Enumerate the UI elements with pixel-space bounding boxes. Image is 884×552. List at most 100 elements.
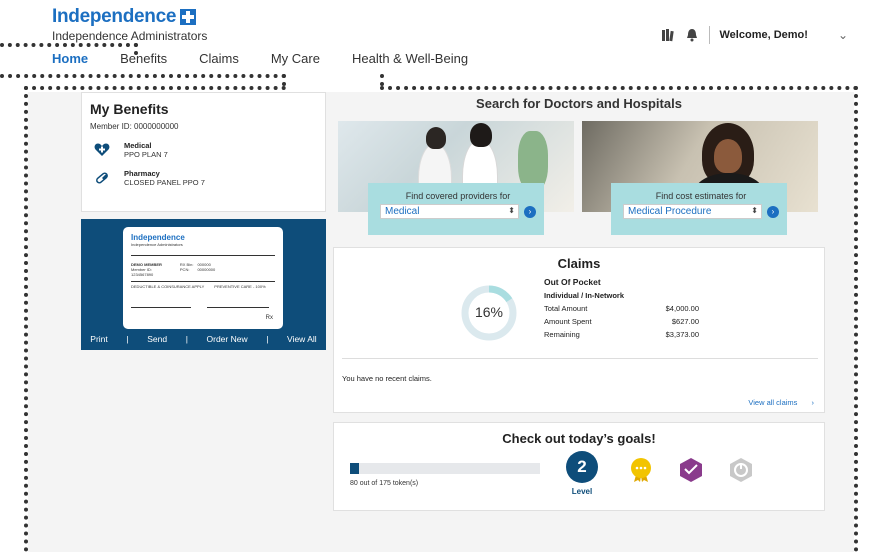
benefit-pharmacy[interactable]: Pharmacy CLOSED PANEL PPO 7	[94, 169, 325, 187]
print-button[interactable]: Print	[90, 334, 107, 344]
brand-subtitle: Independence Administrators	[52, 29, 208, 43]
brand-cross-icon	[180, 9, 197, 25]
id-card-member-id: 1234567890	[131, 272, 154, 277]
nav-home[interactable]: Home	[52, 51, 88, 66]
providers-select[interactable]: Medical	[380, 204, 519, 219]
cost-select[interactable]: Medical Procedure	[623, 204, 762, 219]
oop-row: Amount Spent $627.00	[544, 317, 699, 326]
oop-value: $627.00	[671, 317, 699, 326]
annotation-dots	[380, 86, 858, 90]
oop-label: Remaining	[544, 330, 580, 339]
level-label: Level	[571, 487, 593, 496]
chevron-down-icon[interactable]: ⌄	[838, 28, 848, 42]
divider	[131, 281, 275, 282]
person-figure	[470, 123, 492, 147]
id-card-pcn-label: PCN:	[179, 267, 190, 272]
benefit-title: Medical	[124, 141, 152, 150]
view-all-button[interactable]: View All	[287, 334, 317, 344]
id-card-deductible: DEDUCTIBLE & COINSURANCE APPLY	[131, 284, 205, 289]
separator: |	[266, 334, 269, 344]
level-badge[interactable]: 2	[566, 451, 598, 483]
pill-icon	[96, 172, 108, 184]
goals-title: Check out today’s goals!	[502, 431, 656, 446]
token-progress-bar	[350, 463, 540, 474]
id-card-brand: Independence	[131, 233, 185, 242]
goals-card: Check out today’s goals! 80 out of 175 t…	[333, 422, 825, 511]
divider	[131, 255, 275, 256]
brand-logo[interactable]: Independence Independence Administrators	[52, 6, 207, 43]
nav-claims[interactable]: Claims	[199, 51, 239, 66]
view-all-claims-link[interactable]: View all claims ›	[748, 398, 814, 407]
my-benefits-card: My Benefits Member ID: 0000000000 Medica…	[81, 92, 326, 212]
person-figure	[426, 127, 446, 149]
divider	[207, 307, 269, 308]
annotation-dots	[134, 43, 138, 55]
id-card-panel: Independence Independence Administrators…	[81, 219, 326, 350]
find-providers-box: Find covered providers for Medical ›	[368, 183, 544, 235]
find-providers-label: Find covered providers for	[405, 191, 511, 201]
id-card-rx-mark: Rx	[265, 315, 273, 321]
member-id: Member ID: 0000000000	[90, 122, 179, 131]
send-button[interactable]: Send	[147, 334, 167, 344]
welcome-text: Welcome, Demo!	[719, 29, 808, 41]
id-card-subtitle: Independence Administrators	[131, 242, 183, 247]
no-claims-text: You have no recent claims.	[342, 374, 432, 383]
token-progress-text: 80 out of 175 token(s)	[350, 480, 419, 487]
id-card-coverage: DEDUCTIBLE & COINSURANCE APPLY PREVENTIV…	[131, 284, 275, 289]
order-new-button[interactable]: Order New	[207, 334, 248, 344]
nav-health-well-being[interactable]: Health & Well-Being	[352, 51, 468, 66]
oop-subheading: Individual / In-Network	[544, 291, 625, 300]
oop-label: Amount Spent	[544, 317, 592, 326]
plant-figure	[518, 131, 548, 191]
find-cost-label: Find cost estimates for	[655, 191, 747, 201]
find-cost-box: Find cost estimates for Medical Procedur…	[611, 183, 787, 235]
out-of-pocket-donut: 16%	[461, 285, 517, 341]
token-progress-fill	[350, 463, 359, 474]
claims-title: Claims	[557, 256, 601, 271]
donut-percent: 16%	[474, 304, 504, 320]
library-icon[interactable]	[661, 28, 675, 42]
id-card-preventive: PREVENTIVE CARE - 100%	[214, 284, 266, 289]
id-card-image[interactable]: Independence Independence Administrators…	[123, 227, 283, 329]
claims-card: Claims 16% Out Of Pocket Individual / In…	[333, 247, 825, 413]
gray-badge-icon[interactable]	[728, 457, 754, 483]
oop-row: Remaining $3,373.00	[544, 330, 699, 339]
benefit-title: Pharmacy	[124, 169, 160, 178]
brand-name: Independence	[52, 6, 177, 27]
bell-icon[interactable]	[685, 28, 699, 42]
out-of-pocket-summary: Out Of Pocket Individual / In-Network To…	[544, 277, 699, 343]
separator: |	[126, 334, 129, 344]
chevron-right-icon[interactable]: ›	[767, 205, 779, 218]
header-divider	[708, 26, 710, 44]
benefits-title: My Benefits	[90, 101, 169, 117]
chevron-right-icon[interactable]: ›	[524, 205, 536, 218]
annotation-dots	[24, 86, 286, 90]
purple-shield-icon[interactable]	[678, 457, 704, 483]
heart-cross-icon	[94, 143, 110, 156]
annotation-dots	[0, 43, 138, 47]
header-utility: Welcome, Demo! ⌄	[661, 26, 848, 44]
chevron-right-icon: ›	[811, 398, 815, 407]
nav-benefits[interactable]: Benefits	[120, 51, 167, 66]
oop-heading: Out Of Pocket	[544, 277, 601, 287]
gold-medal-icon[interactable]	[628, 457, 654, 483]
search-title: Search for Doctors and Hospitals	[476, 96, 682, 111]
nav-my-care[interactable]: My Care	[271, 51, 320, 66]
id-card-actions: Print | Send | Order New | View All	[81, 334, 326, 344]
oop-value: $4,000.00	[665, 304, 699, 313]
id-card-pcn: 00000000	[197, 267, 216, 272]
oop-row: Total Amount $4,000.00	[544, 304, 699, 313]
view-all-claims-label: View all claims	[748, 398, 798, 407]
benefit-medical[interactable]: Medical PPO PLAN 7	[94, 141, 325, 159]
oop-value: $3,373.00	[665, 330, 699, 339]
annotation-dots	[0, 74, 286, 78]
divider	[342, 358, 818, 359]
oop-label: Total Amount	[544, 304, 588, 313]
person-figure	[714, 139, 742, 173]
benefit-plan: PPO PLAN 7	[124, 150, 168, 159]
annotation-dots	[854, 86, 858, 552]
annotation-dots	[282, 74, 286, 86]
main-nav: Home Benefits Claims My Care Health & We…	[52, 51, 500, 66]
annotation-dots	[380, 74, 384, 86]
benefit-plan: CLOSED PANEL PPO 7	[124, 178, 205, 187]
